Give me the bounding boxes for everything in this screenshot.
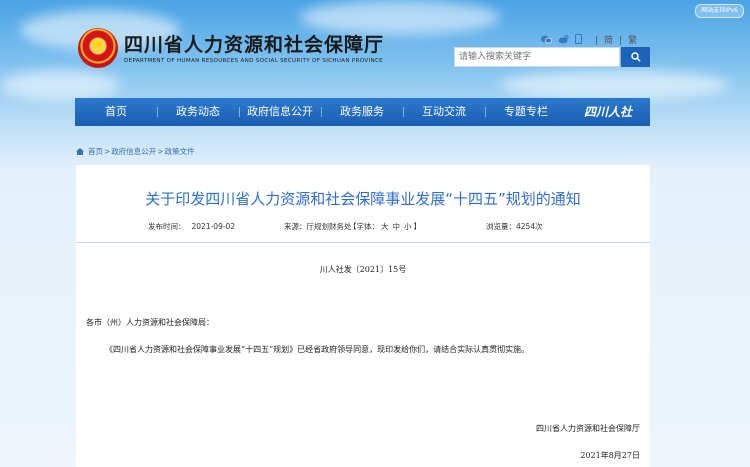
font-small-button[interactable]: 小 — [404, 222, 412, 231]
site-title: 四川省人力资源和社会保障厅 — [124, 34, 385, 56]
social-links — [541, 34, 585, 47]
article-date: 2021年8月27日 — [580, 451, 640, 460]
main-nav: 首页 政务动态 政府信息公开 政务服务 互动交流 专题专栏 四川人社 — [75, 98, 650, 126]
article-panel: 关于印发四川省人力资源和社会保障事业发展“十四五”规划的通知 发布时间： 2021… — [76, 165, 650, 467]
nav-services[interactable]: 政务服务 — [321, 98, 403, 126]
recipient: 各市（州）人力资源和社会保障局： — [86, 318, 214, 327]
lang-simplified[interactable]: 简 — [604, 36, 613, 46]
source-label: 来源： — [284, 222, 307, 231]
publish-info: 发布时间： 2021-09-02 — [148, 221, 235, 232]
signature: 四川省人力资源和社会保障厅 — [536, 424, 640, 433]
search-input[interactable] — [454, 47, 620, 67]
search-icon — [630, 52, 641, 62]
font-large-button[interactable]: 大 — [381, 222, 389, 231]
breadcrumb-policy-docs[interactable]: 政策文件 — [165, 146, 195, 157]
divider — [76, 242, 650, 243]
article-meta: 发布时间： 2021-09-02 来源：厅规划财务处 【字体：大中小】 浏览量：4… — [76, 221, 650, 235]
nav-topics[interactable]: 专题专栏 — [485, 98, 567, 126]
views-info: 浏览量：4254次 — [486, 221, 543, 232]
lang-separator: | — [595, 36, 599, 46]
ipv6-badge: 网站支持IPv6 — [695, 4, 744, 18]
cloud-decoration — [0, 70, 120, 100]
font-medium-button[interactable]: 中 — [393, 222, 401, 231]
search-bar — [454, 47, 650, 67]
doc-number: 川人社发〔2021〕15号 — [319, 265, 407, 274]
source-info: 来源：厅规划财务处 — [284, 221, 352, 232]
wechat-icon[interactable] — [541, 35, 555, 47]
search-button[interactable] — [621, 47, 650, 67]
views-count: 4254次 — [516, 222, 543, 231]
cloud-decoration — [500, 70, 730, 100]
breadcrumb-info-disclosure[interactable]: 政府信息公开 — [111, 146, 156, 157]
language-switch: | 简 | 繁 — [592, 33, 640, 46]
nav-news[interactable]: 政务动态 — [157, 98, 239, 126]
breadcrumb-separator: > — [104, 147, 111, 156]
national-emblem-icon — [78, 28, 118, 68]
font-label: 【字体： — [349, 222, 379, 231]
mobile-icon[interactable] — [574, 34, 582, 47]
breadcrumb-separator: > — [157, 147, 164, 156]
article-title: 关于印发四川省人力资源和社会保障事业发展“十四五”规划的通知 — [145, 190, 581, 208]
nav-brand-logo[interactable]: 四川人社 — [567, 98, 649, 126]
font-close: 】 — [413, 222, 422, 231]
source-value: 厅规划财务处 — [306, 222, 352, 231]
home-icon — [76, 148, 84, 155]
views-label: 浏览量： — [486, 222, 516, 231]
lang-traditional[interactable]: 繁 — [628, 36, 637, 46]
publish-label: 发布时间： — [148, 222, 186, 231]
site-title-en: DEPARTMENT OF HUMAN RESOURCES AND SOCIAL… — [124, 58, 383, 64]
site-logo[interactable]: 四川省人力资源和社会保障厅 DEPARTMENT OF HUMAN RESOUR… — [78, 28, 408, 72]
nav-home[interactable]: 首页 — [75, 98, 157, 126]
publish-date: 2021-09-02 — [191, 222, 236, 231]
lang-separator: | — [619, 36, 623, 46]
weibo-icon[interactable] — [558, 35, 572, 47]
breadcrumb: 首页 > 政府信息公开 > 政策文件 — [76, 146, 196, 157]
breadcrumb-home[interactable]: 首页 — [88, 146, 103, 157]
nav-interaction[interactable]: 互动交流 — [403, 98, 485, 126]
article-body: 《四川省人力资源和社会保障事业发展“十四五”规划》已经省政府领导同意，现印发给你… — [105, 345, 530, 354]
nav-info-disclosure[interactable]: 政府信息公开 — [239, 98, 321, 126]
font-size-control: 【字体：大中小】 — [349, 221, 421, 232]
